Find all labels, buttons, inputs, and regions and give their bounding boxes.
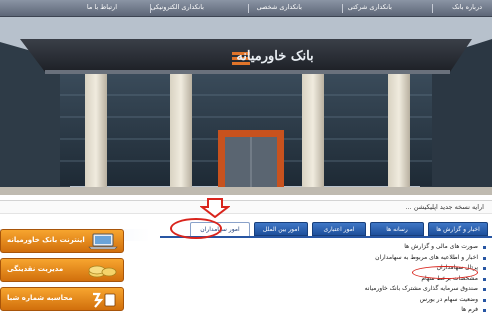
news-ticker: ارایه نسخه جدید اپلیکیشن ... <box>0 200 492 214</box>
red-circle-annotation <box>412 266 478 279</box>
top-navigation-bar: درباره بانک بانکداری شرکتی بانکداری شخصی… <box>0 0 492 17</box>
nav-item-about-bank[interactable]: درباره بانک <box>452 3 482 11</box>
nav-item-electronic-banking[interactable]: بانکداری الکترونیکی <box>150 3 204 11</box>
list-item-stock-status[interactable]: وضعیت سهام در بورس <box>300 296 486 307</box>
list-item-shareholder-news[interactable]: اخبار و اطلاعیه های مربوط به سهامداران <box>300 254 486 265</box>
bullet-icon <box>483 267 486 270</box>
bullet-icon <box>483 298 486 302</box>
ticker-text[interactable]: ارایه نسخه جدید اپلیکیشن ... <box>406 203 484 211</box>
bullet-icon <box>483 246 486 249</box>
ad-sheba-calculator-button[interactable]: محاسبه شماره شبا <box>0 287 124 311</box>
ad-liquidity-management-button[interactable]: مدیریت نقدینگی <box>0 258 124 282</box>
bank-sign-text: بانک خاورمیانه <box>236 49 314 64</box>
nav-item-contact-us[interactable]: ارتباط با ما <box>87 3 117 11</box>
calculator-icon <box>93 292 116 308</box>
nav-separator <box>248 4 249 13</box>
ad-internet-bank-label: اینترنت بانک خاورمیانه <box>7 236 85 244</box>
laptop-icon <box>88 233 118 250</box>
building-illustration <box>0 17 492 195</box>
nav-separator <box>150 4 151 13</box>
tab-news-reports[interactable]: اخبار و گزارش ها <box>428 222 488 236</box>
ad-sheba-calculator-label: محاسبه شماره شبا <box>7 294 73 302</box>
ad-internet-bank-button[interactable]: اینترنت بانک خاورمیانه <box>0 229 124 253</box>
tab-credit-affairs[interactable]: امور اعتباری <box>312 222 366 236</box>
tab-media[interactable]: رسانه ها <box>370 222 424 236</box>
list-item-financial-statements[interactable]: صورت های مالی و گزارش ها <box>300 243 486 254</box>
hero-building-image: بانک خاورمیانه <box>0 17 492 195</box>
nav-separator <box>342 4 343 13</box>
bullet-icon <box>483 256 486 260</box>
tab-international-affairs[interactable]: امور بین الملل <box>254 222 308 236</box>
bullet-icon <box>483 277 486 281</box>
nav-item-corporate-banking[interactable]: بانکداری شرکتی <box>348 3 392 11</box>
list-item-investment-fund[interactable]: صندوق سرمایه گذاری مشترک بانک خاورمیانه <box>300 285 486 296</box>
coins-icon <box>88 265 117 278</box>
red-down-arrow-icon <box>200 198 230 218</box>
shareholder-links-list: صورت های مالی و گزارش ها اخبار و اطلاعیه… <box>300 243 486 317</box>
list-item-forms[interactable]: فرم ها <box>300 306 486 317</box>
red-circle-annotation <box>170 218 222 239</box>
bullet-icon <box>483 288 486 291</box>
ad-liquidity-management-label: مدیریت نقدینگی <box>7 265 64 273</box>
bullet-icon <box>483 309 486 312</box>
nav-item-personal-banking[interactable]: بانکداری شخصی <box>257 3 302 11</box>
nav-separator <box>432 4 433 13</box>
